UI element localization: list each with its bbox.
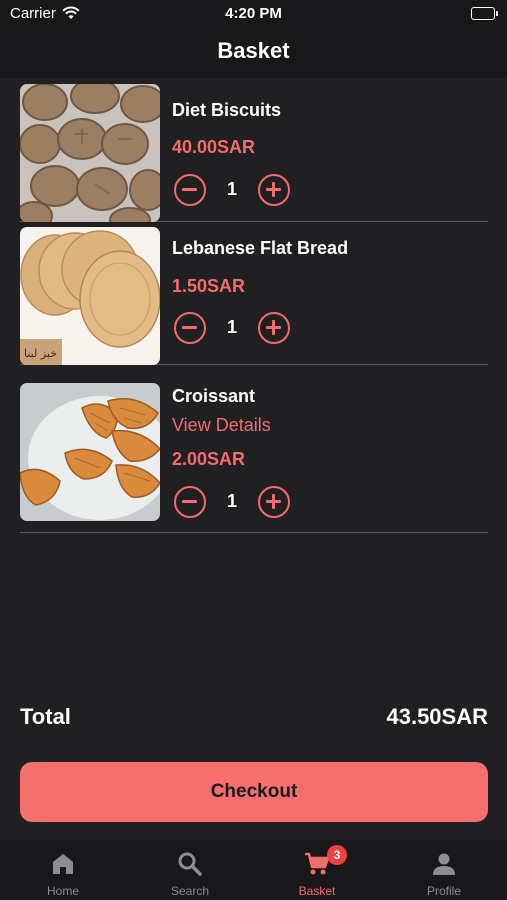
status-bar: Carrier 4:20 PM <box>0 0 507 28</box>
quantity-value: 1 <box>226 491 237 511</box>
tab-bar: Home Search 3 Basket Profile <box>0 840 507 900</box>
decrease-quantity-button[interactable] <box>174 174 206 206</box>
decrease-quantity-button[interactable] <box>174 486 206 518</box>
item-name: Diet Biscuits <box>172 100 282 120</box>
search-icon <box>177 851 203 877</box>
tab-home[interactable]: Home <box>0 840 126 900</box>
home-icon <box>50 851 76 877</box>
person-icon <box>431 851 457 877</box>
product-image-diet-biscuits[interactable] <box>20 84 160 222</box>
item-name: Croissant <box>172 386 256 406</box>
decrease-quantity-button[interactable] <box>174 312 206 344</box>
basket-item-lebanese-flat-bread: خبز لبنا Lebanese Flat Bread 1.50SAR 1 <box>20 222 488 365</box>
quantity-value: 1 <box>226 317 237 337</box>
tab-label: Basket <box>298 884 336 898</box>
view-details-link[interactable]: View Details <box>172 415 271 436</box>
tab-basket[interactable]: 3 Basket <box>254 840 380 900</box>
increase-quantity-button[interactable] <box>258 174 290 206</box>
total-amount: 43.50SAR <box>386 704 488 729</box>
basket-item-diet-biscuits: Diet Biscuits 40.00SAR 1 <box>20 84 488 222</box>
product-image-croissant[interactable] <box>20 383 160 521</box>
basket-list: Diet Biscuits 40.00SAR 1 خبز لبنا Lebane… <box>20 84 488 533</box>
product-image-lebanese-flat-bread[interactable]: خبز لبنا <box>20 227 160 365</box>
tab-label: Home <box>46 884 79 898</box>
nav-header: Basket <box>0 28 507 78</box>
increase-quantity-button[interactable] <box>258 312 290 344</box>
clock: 4:20 PM <box>225 5 282 22</box>
page-title: Basket <box>217 38 290 63</box>
item-price: 1.50SAR <box>172 276 246 296</box>
tab-label: Profile <box>426 884 461 898</box>
increase-quantity-button[interactable] <box>258 486 290 518</box>
bread-package-label: خبز لبنا <box>24 347 57 360</box>
tab-search[interactable]: Search <box>127 840 253 900</box>
item-price: 2.00SAR <box>172 449 246 469</box>
item-name: Lebanese Flat Bread <box>172 238 349 258</box>
checkout-button[interactable]: Checkout <box>20 762 488 822</box>
total-row: Total 43.50SAR <box>20 704 488 736</box>
battery-icon <box>471 7 498 20</box>
tab-profile[interactable]: Profile <box>381 840 507 900</box>
total-label: Total <box>20 704 71 729</box>
cart-count-badge: 3 <box>327 845 347 865</box>
item-price: 40.00SAR <box>172 137 256 157</box>
basket-item-croissant: Croissant View Details 2.00SAR 1 <box>20 365 488 533</box>
tab-label: Search <box>170 884 210 898</box>
quantity-value: 1 <box>226 179 237 199</box>
